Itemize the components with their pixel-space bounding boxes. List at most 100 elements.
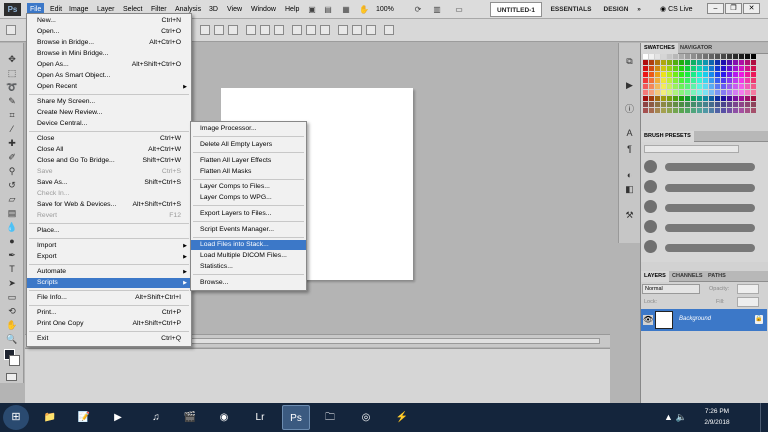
menu-item-open-recent[interactable]: Open Recent ▶ (27, 82, 191, 92)
layer-row-background[interactable]: 👁 Background 🔒 (641, 309, 767, 331)
screen-mode-icon[interactable]: ▭ (452, 3, 466, 16)
itunes-icon[interactable]: ♫ (142, 405, 170, 430)
dodge-tool-icon[interactable]: ● (5, 235, 19, 247)
align-center-icon[interactable] (260, 25, 270, 35)
menu-help[interactable]: Help (282, 3, 302, 16)
workspace-untitled[interactable]: UNTITLED-1 (490, 2, 542, 17)
3d-rotate-tool-icon[interactable]: ⟲ (5, 305, 19, 317)
menu-item-scripts[interactable]: Scripts ▶ (27, 278, 191, 288)
blend-mode-select[interactable]: Normal (642, 284, 700, 294)
paragraph-panel-icon[interactable]: ¶ (623, 143, 636, 155)
menu-3d[interactable]: 3D (206, 3, 221, 16)
align-right-icon[interactable] (274, 25, 284, 35)
media-center-icon[interactable]: ◉ (210, 405, 238, 430)
character-panel-icon[interactable]: A (623, 127, 636, 139)
brush-tool-icon[interactable]: ✐ (5, 151, 19, 163)
workspace-design[interactable]: DESIGN (600, 2, 632, 17)
workspace-more[interactable]: » (634, 2, 644, 17)
brush-preset-2[interactable] (644, 180, 657, 193)
arrange-documents-icon[interactable]: ▥ (430, 3, 444, 16)
brush-preset-4[interactable] (644, 220, 657, 233)
align-left-icon[interactable] (246, 25, 256, 35)
menu-item-check-in[interactable]: Check In... (27, 189, 191, 199)
menu-item-script-events-manager[interactable]: Script Events Manager... (191, 225, 306, 235)
swatch-grid[interactable] (643, 54, 757, 114)
rotate-view-icon[interactable]: ⟳ (412, 3, 424, 16)
menu-item-device-central[interactable]: Device Central... (27, 119, 191, 129)
color-swatch[interactable] (751, 108, 757, 114)
menu-item-create-new-review[interactable]: Create New Review... (27, 108, 191, 118)
hand-tool-icon[interactable]: ✋ (5, 319, 19, 331)
tab-paths[interactable]: PATHS (705, 271, 729, 282)
video-icon[interactable]: 🎬 (176, 405, 204, 430)
notepad-icon[interactable]: 📝 (70, 405, 98, 430)
guides-icon[interactable]: ▦ (340, 3, 352, 16)
history-brush-tool-icon[interactable]: ↺ (5, 179, 19, 191)
eraser-tool-icon[interactable]: ▱ (5, 193, 19, 205)
menu-window[interactable]: Window (248, 3, 279, 16)
windows-start-icon[interactable]: ⊞ (3, 405, 29, 430)
menu-item-open[interactable]: Open... Ctrl+O (27, 27, 191, 37)
menu-item-automate[interactable]: Automate ▶ (27, 267, 191, 277)
media-player-icon[interactable]: ▶ (104, 405, 132, 430)
marquee-tool-icon[interactable]: ⬚ (5, 67, 19, 79)
tool-preset-icon[interactable] (6, 25, 16, 35)
menu-item-browse[interactable]: Browse... (191, 278, 306, 288)
auto-align-icon[interactable] (384, 25, 394, 35)
menu-item-place[interactable]: Place... (27, 226, 191, 236)
actions-panel-icon[interactable]: ▶ (623, 79, 636, 91)
menu-item-browse-in-mini-bridge[interactable]: Browse in Mini Bridge... (27, 49, 191, 59)
crop-tool-icon[interactable]: ⌗ (5, 109, 19, 121)
move-tool-icon[interactable]: ✥ (5, 53, 19, 65)
menu-item-import[interactable]: Import ▶ (27, 241, 191, 251)
close-icon[interactable]: ✕ (743, 3, 760, 14)
menu-item-export-layers-to-files[interactable]: Export Layers to Files... (191, 209, 306, 219)
menu-item-export[interactable]: Export ▶ (27, 252, 191, 262)
menu-item-delete-all-empty-layers[interactable]: Delete All Empty Layers (191, 140, 306, 150)
menu-item-print[interactable]: Print... Ctrl+P (27, 308, 191, 318)
brush-size-field[interactable] (644, 145, 739, 153)
taskbar-clock[interactable]: 7:26 PM 2/9/2018 (694, 406, 740, 428)
tab-layers[interactable]: LAYERS (641, 271, 669, 282)
tab-swatches[interactable]: SWATCHES (641, 43, 678, 54)
zoom-tool-icon[interactable]: 🔍 (5, 333, 19, 345)
menu-item-load-files-into-stack[interactable]: Load Files into Stack... (191, 240, 306, 250)
photoshop-icon[interactable]: Ps (282, 405, 310, 430)
system-tray[interactable]: ▲ 🔈 (664, 412, 687, 423)
explorer-icon[interactable]: 📁 (36, 405, 64, 430)
eye-icon[interactable]: 👁 (643, 315, 653, 325)
menu-item-save-for-web[interactable]: Save for Web & Devices... Alt+Shift+Ctrl+… (27, 200, 191, 210)
menu-item-flatten-all-layer-effects[interactable]: Flatten All Layer Effects (191, 156, 306, 166)
menu-item-layer-comps-to-files[interactable]: Layer Comps to Files... (191, 182, 306, 192)
pen-tool-icon[interactable]: ✒ (5, 249, 19, 261)
mini-bridge-icon[interactable]: ▤ (322, 3, 334, 16)
menu-item-save[interactable]: Save Ctrl+S (27, 167, 191, 177)
menu-item-close[interactable]: Close Ctrl+W (27, 134, 191, 144)
workspace-essentials[interactable]: ESSENTIALS (546, 2, 596, 17)
distribute-top-icon[interactable] (292, 25, 302, 35)
lightroom-icon[interactable]: Lr (246, 405, 274, 430)
info-panel-icon[interactable]: ⓘ (623, 103, 636, 115)
restore-icon[interactable]: ❐ (725, 3, 742, 14)
distribute-left-icon[interactable] (338, 25, 348, 35)
quick-select-tool-icon[interactable]: ✎ (5, 95, 19, 107)
minimize-icon[interactable]: – (707, 3, 724, 14)
menu-item-file-info[interactable]: File Info... Alt+Shift+Ctrl+I (27, 293, 191, 303)
extension-icon[interactable]: ⚡ (388, 405, 416, 430)
bridge-icon[interactable]: ▣ (306, 3, 318, 16)
tab-navigator[interactable]: NAVIGATOR (677, 43, 715, 54)
shape-tool-icon[interactable]: ▭ (5, 291, 19, 303)
menu-item-load-multiple-dicom-files[interactable]: Load Multiple DICOM Files... (191, 251, 306, 261)
chrome-icon[interactable]: ◎ (352, 405, 380, 430)
hand-tool-icon[interactable]: ✋ (358, 3, 370, 16)
zoom-level-select[interactable]: 100% (376, 3, 408, 16)
brush-preset-5[interactable] (644, 240, 657, 253)
menu-item-close-and-go-to-bridge[interactable]: Close and Go To Bridge... Shift+Ctrl+W (27, 156, 191, 166)
menu-item-print-one-copy[interactable]: Print One Copy Alt+Shift+Ctrl+P (27, 319, 191, 329)
brush-preset-1[interactable] (644, 160, 657, 173)
type-tool-icon[interactable]: T (5, 263, 19, 275)
opacity-field[interactable] (737, 284, 759, 294)
tab-channels[interactable]: CHANNELS (669, 271, 706, 282)
menu-item-revert[interactable]: Revert F12 (27, 211, 191, 221)
menu-item-flatten-all-masks[interactable]: Flatten All Masks (191, 167, 306, 177)
